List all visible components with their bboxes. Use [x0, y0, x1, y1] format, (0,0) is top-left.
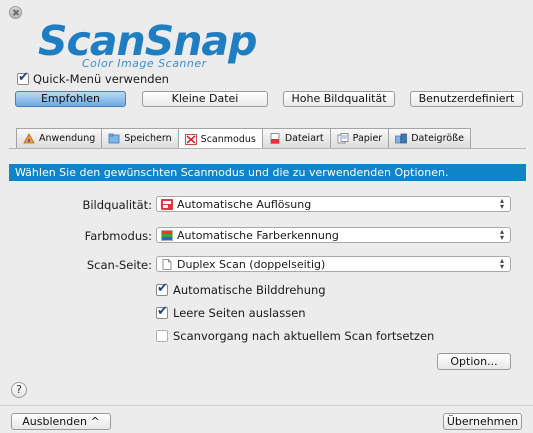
preset-hohe-bildqualitaet-button[interactable]: Hohe Bildqualität	[283, 91, 395, 107]
preset-buttons: Empfohlen Kleine Datei Hohe Bildqualität…	[15, 91, 523, 107]
scansnap-settings-window: ScanSnap Color Image Scanner Quick-Menü …	[0, 0, 533, 433]
option-skip-blank[interactable]: Leere Seiten auslassen	[156, 304, 306, 320]
auto-rotate-label: Automatische Bilddrehung	[173, 283, 326, 297]
tab-label: Dateigröße	[411, 133, 464, 144]
quality-select[interactable]: Automatische Auflösung ▴ ▾	[156, 196, 511, 212]
quick-menu-label: Quick-Menü verwenden	[33, 72, 169, 86]
file-type-icon	[269, 133, 281, 144]
tab-label: Dateiart	[284, 133, 324, 144]
updown-arrow-icon: ▴ ▾	[499, 256, 504, 271]
option-button[interactable]: Option...	[437, 353, 511, 370]
auto-rotate-checkbox[interactable]	[156, 281, 168, 296]
footer-divider	[0, 405, 533, 406]
color-label: Farbmodus:	[84, 229, 152, 243]
preset-benutzerdefiniert-button[interactable]: Benutzerdefiniert	[410, 91, 523, 107]
apply-button[interactable]: Übernehmen	[443, 413, 522, 430]
help-icon[interactable]: ?	[11, 382, 27, 398]
instruction-banner: Wählen Sie den gewünschten Scanmodus und…	[9, 164, 526, 181]
scansnap-logo: ScanSnap Color Image Scanner	[38, 20, 268, 70]
continue-scan-label: Scanvorgang nach aktuellem Scan fortsetz…	[173, 329, 435, 343]
preset-kleine-datei-button[interactable]: Kleine Datei	[142, 91, 268, 107]
hide-button[interactable]: Ausblenden ^	[11, 413, 111, 430]
quality-value: Automatische Auflösung	[177, 197, 312, 211]
application-icon	[23, 133, 35, 144]
logo-wordmark: ScanSnap	[38, 17, 257, 65]
tab-speichern[interactable]: Speichern	[101, 128, 179, 148]
option-auto-rotate[interactable]: Automatische Bilddrehung	[156, 281, 326, 297]
tab-label: Papier	[352, 133, 383, 144]
resolution-icon	[161, 198, 173, 210]
save-folder-icon	[108, 133, 120, 144]
updown-arrow-icon: ▴ ▾	[499, 196, 504, 211]
skip-blank-checkbox[interactable]	[156, 304, 168, 319]
tab-papier[interactable]: Papier	[329, 128, 390, 148]
updown-arrow-icon: ▴ ▾	[499, 227, 504, 242]
option-continue-scan[interactable]: Scanvorgang nach aktuellem Scan fortsetz…	[156, 329, 434, 343]
color-select[interactable]: Automatische Farberkennung ▴ ▾	[156, 227, 511, 243]
close-icon[interactable]	[9, 6, 22, 19]
paper-icon	[337, 133, 349, 144]
tab-label: Speichern	[124, 133, 172, 144]
tab-label: Anwendung	[39, 133, 96, 144]
tab-anwendung[interactable]: Anwendung	[16, 128, 103, 148]
side-label: Scan-Seite:	[86, 258, 152, 272]
color-value: Automatische Farberkennung	[177, 228, 339, 242]
logo-subtitle: Color Image Scanner	[82, 57, 207, 70]
quick-menu-toggle[interactable]: Quick-Menü verwenden	[17, 70, 169, 86]
tab-label: Scanmodus	[200, 133, 256, 145]
tab-dateigroesse[interactable]: Dateigröße	[388, 128, 471, 148]
preset-empfohlen-button[interactable]: Empfohlen	[15, 91, 126, 107]
tab-scanmodus[interactable]: Scanmodus	[177, 128, 263, 149]
side-select[interactable]: Duplex Scan (doppelseitig) ▴ ▾	[156, 256, 511, 272]
continue-scan-checkbox[interactable]	[156, 330, 168, 342]
settings-tabs: Anwendung Speichern Scanmodus Dateiart P…	[16, 128, 471, 149]
quick-menu-checkbox[interactable]	[17, 70, 29, 85]
tab-dateiart[interactable]: Dateiart	[261, 128, 331, 148]
skip-blank-label: Leere Seiten auslassen	[173, 306, 306, 320]
page-icon	[161, 258, 173, 270]
quality-label: Bildqualität:	[82, 198, 152, 212]
color-detect-icon	[161, 229, 173, 241]
scan-mode-icon	[184, 133, 197, 145]
file-size-icon	[395, 133, 408, 144]
side-value: Duplex Scan (doppelseitig)	[177, 257, 326, 271]
